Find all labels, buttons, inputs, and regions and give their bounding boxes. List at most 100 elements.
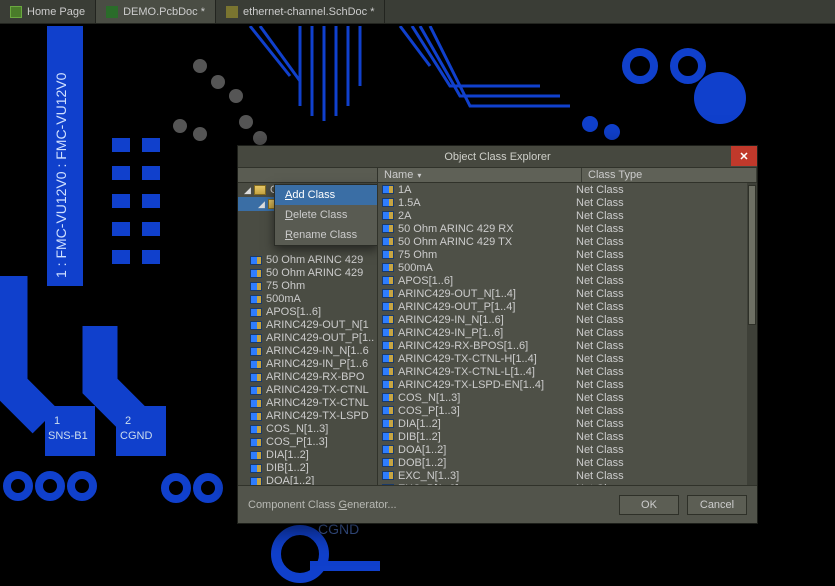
tree-net-item[interactable]: COS_N[1..3] bbox=[250, 423, 375, 436]
class-grid-pane: Name ▾ Class Type 1ANet Class1.5ANet Cla… bbox=[378, 168, 757, 485]
grid-row[interactable]: DIA[1..2]Net Class bbox=[378, 417, 747, 430]
grid-row[interactable]: ARINC429-TX-CTNL-H[1..4]Net Class bbox=[378, 352, 747, 365]
close-button[interactable]: ✕ bbox=[731, 146, 757, 166]
ctx-add-class[interactable]: Add Class bbox=[275, 185, 377, 205]
net-class-icon bbox=[250, 386, 262, 395]
net-class-icon bbox=[382, 471, 394, 480]
tree-net-item[interactable]: ARINC429-RX-BPO bbox=[250, 371, 375, 384]
grid-row[interactable]: DOB[1..2]Net Class bbox=[378, 456, 747, 469]
tab-schdoc[interactable]: ethernet-channel.SchDoc * bbox=[216, 0, 385, 23]
grid-row[interactable]: COS_P[1..3]Net Class bbox=[378, 404, 747, 417]
net-class-icon bbox=[250, 412, 262, 421]
grid-row[interactable]: ARINC429-OUT_N[1..4]Net Class bbox=[378, 287, 747, 300]
object-class-explorer-dialog: Object Class Explorer ✕ ◢ Object Classes… bbox=[237, 145, 758, 524]
net-class-icon bbox=[382, 354, 394, 363]
grid-row[interactable]: 75 OhmNet Class bbox=[378, 248, 747, 261]
document-tabs: Home Page DEMO.PcbDoc * ethernet-channel… bbox=[0, 0, 835, 24]
grid-row[interactable]: APOS[1..6]Net Class bbox=[378, 274, 747, 287]
collapse-icon[interactable]: ◢ bbox=[258, 199, 268, 210]
net-class-icon bbox=[382, 276, 394, 285]
dialog-titlebar[interactable]: Object Class Explorer ✕ bbox=[238, 146, 757, 168]
net-class-icon bbox=[250, 464, 262, 473]
grid-row[interactable]: 50 Ohm ARINC 429 RXNet Class bbox=[378, 222, 747, 235]
net-class-icon bbox=[382, 185, 394, 194]
grid-row[interactable]: 1.5ANet Class bbox=[378, 196, 747, 209]
net-class-icon bbox=[250, 321, 262, 330]
net-class-icon bbox=[250, 295, 262, 304]
tree-net-item[interactable]: ARINC429-TX-CTNL bbox=[250, 384, 375, 397]
net-class-icon bbox=[382, 211, 394, 220]
tree-net-item[interactable]: 50 Ohm ARINC 429 bbox=[250, 254, 375, 267]
tree-net-item[interactable]: ARINC429-TX-LSPD bbox=[250, 410, 375, 423]
net-class-icon bbox=[382, 198, 394, 207]
ctx-rename-class[interactable]: Rename Class bbox=[275, 225, 377, 245]
net-class-icon bbox=[250, 438, 262, 447]
tree-net-item[interactable]: APOS[1..6] bbox=[250, 306, 375, 319]
grid-row[interactable]: ARINC429-OUT_P[1..4]Net Class bbox=[378, 300, 747, 313]
tree-net-item[interactable]: 75 Ohm bbox=[250, 280, 375, 293]
net-class-icon bbox=[250, 360, 262, 369]
tree-net-item[interactable]: DOA[1..2] bbox=[250, 475, 375, 485]
net-class-icon bbox=[250, 308, 262, 317]
net-class-icon bbox=[250, 399, 262, 408]
grid-row[interactable]: DIB[1..2]Net Class bbox=[378, 430, 747, 443]
dialog-footer: Component Class Generator... OK Cancel bbox=[238, 485, 757, 523]
grid-row[interactable]: 1ANet Class bbox=[378, 183, 747, 196]
tree-net-item[interactable]: DIB[1..2] bbox=[250, 462, 375, 475]
tree-net-item[interactable]: ARINC429-IN_P[1..6 bbox=[250, 358, 375, 371]
grid-row[interactable]: EXC_N[1..3]Net Class bbox=[378, 469, 747, 482]
net-class-icon bbox=[382, 393, 394, 402]
tree-net-item[interactable]: 500mA bbox=[250, 293, 375, 306]
net-class-icon bbox=[250, 451, 262, 460]
tree-net-item[interactable]: ARINC429-OUT_P[1.. bbox=[250, 332, 375, 345]
tab-home[interactable]: Home Page bbox=[0, 0, 96, 23]
tree-net-item[interactable]: COS_P[1..3] bbox=[250, 436, 375, 449]
net-class-icon bbox=[250, 477, 262, 486]
grid-row[interactable]: ARINC429-RX-BPOS[1..6]Net Class bbox=[378, 339, 747, 352]
grid-row[interactable]: ARINC429-TX-CTNL-L[1..4]Net Class bbox=[378, 365, 747, 378]
net-class-icon bbox=[250, 282, 262, 291]
grid-row[interactable]: 2ANet Class bbox=[378, 209, 747, 222]
grid-row[interactable]: ARINC429-TX-LSPD-EN[1..4]Net Class bbox=[378, 378, 747, 391]
tree-net-item[interactable]: 50 Ohm ARINC 429 bbox=[250, 267, 375, 280]
net-class-icon bbox=[382, 315, 394, 324]
net-class-icon bbox=[382, 419, 394, 428]
net-class-icon bbox=[250, 269, 262, 278]
column-header-classtype[interactable]: Class Type bbox=[582, 168, 757, 182]
tree-net-item[interactable]: DIA[1..2] bbox=[250, 449, 375, 462]
component-class-generator-link[interactable]: Component Class Generator... bbox=[248, 499, 397, 511]
cancel-button[interactable]: Cancel bbox=[687, 495, 747, 515]
tree-net-item[interactable]: ARINC429-OUT_N[1 bbox=[250, 319, 375, 332]
column-header-name[interactable]: Name ▾ bbox=[378, 168, 582, 182]
net-class-icon bbox=[382, 406, 394, 415]
ctx-delete-class[interactable]: Delete Class bbox=[275, 205, 377, 225]
ok-button[interactable]: OK bbox=[619, 495, 679, 515]
grid-header: Name ▾ Class Type bbox=[378, 168, 757, 183]
net-class-icon bbox=[382, 289, 394, 298]
tree-net-item[interactable]: ARINC429-IN_N[1..6 bbox=[250, 345, 375, 358]
tree-net-item[interactable]: ARINC429-TX-CTNL bbox=[250, 397, 375, 410]
net-class-icon bbox=[382, 224, 394, 233]
grid-row[interactable]: COS_N[1..3]Net Class bbox=[378, 391, 747, 404]
net-class-icon bbox=[382, 302, 394, 311]
grid-row[interactable]: 50 Ohm ARINC 429 TXNet Class bbox=[378, 235, 747, 248]
grid-row[interactable]: EXC_P[1..3]Net Class bbox=[378, 482, 747, 485]
net-class-icon bbox=[382, 250, 394, 259]
tab-label: Home Page bbox=[27, 6, 85, 18]
grid-row[interactable]: 500mANet Class bbox=[378, 261, 747, 274]
pad-label-cgnd: CGND bbox=[120, 430, 152, 442]
grid-row[interactable]: DOA[1..2]Net Class bbox=[378, 443, 747, 456]
pcb-doc-icon bbox=[106, 6, 118, 18]
net-class-icon bbox=[382, 328, 394, 337]
tree-netclass-list: 50 Ohm ARINC 42950 Ohm ARINC 42975 Ohm50… bbox=[250, 254, 375, 485]
scrollbar-thumb[interactable] bbox=[748, 185, 756, 325]
tab-pcbdoc[interactable]: DEMO.PcbDoc * bbox=[96, 0, 216, 23]
tab-label: ethernet-channel.SchDoc * bbox=[243, 6, 374, 18]
grid-row[interactable]: ARINC429-IN_N[1..6]Net Class bbox=[378, 313, 747, 326]
collapse-icon[interactable]: ◢ bbox=[244, 185, 254, 196]
net-class-icon bbox=[250, 347, 262, 356]
net-class-icon bbox=[382, 458, 394, 467]
grid-scrollbar[interactable] bbox=[747, 183, 757, 485]
sort-caret-icon: ▾ bbox=[417, 171, 421, 180]
grid-row[interactable]: ARINC429-IN_P[1..6]Net Class bbox=[378, 326, 747, 339]
